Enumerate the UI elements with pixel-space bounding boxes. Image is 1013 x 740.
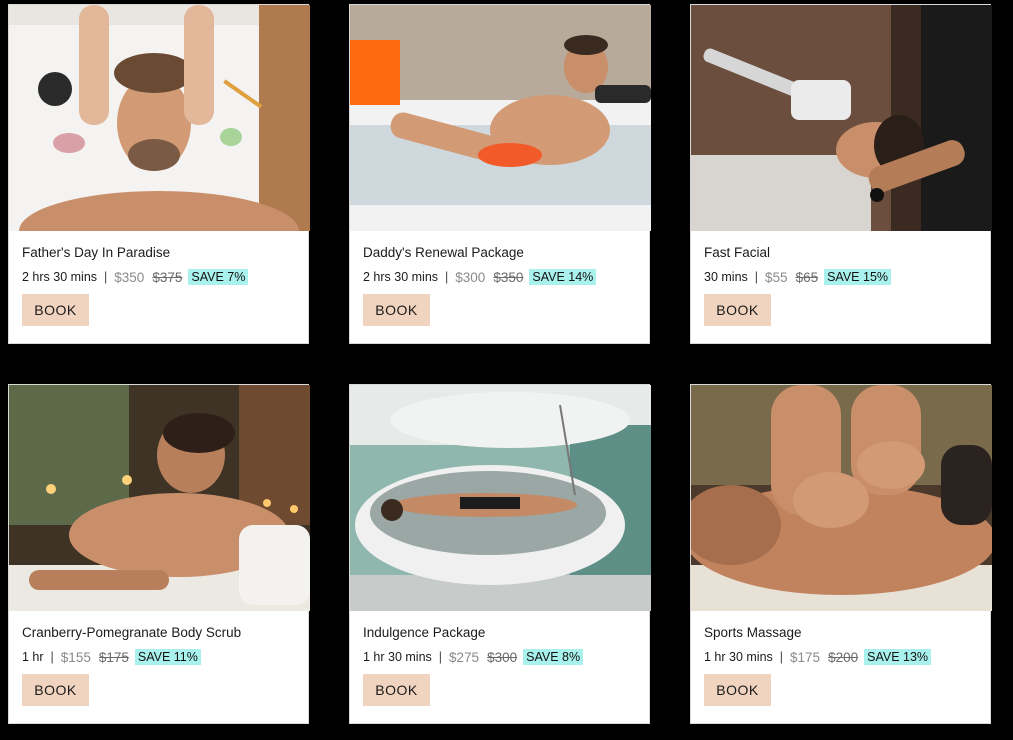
package-card: Father's Day In Paradise 2 hrs 30 mins |… <box>8 4 310 344</box>
package-title: Fast Facial <box>704 245 771 260</box>
package-price: $55 <box>765 269 788 285</box>
package-meta: 30 mins | $55 $65 SAVE 15% <box>704 269 892 285</box>
package-title: Father's Day In Paradise <box>22 245 171 260</box>
package-photo[interactable] <box>9 385 310 611</box>
package-duration: 1 hr 30 mins <box>704 650 773 664</box>
package-price: $275 <box>449 649 480 665</box>
package-original-price: $65 <box>795 269 819 285</box>
package-title: Cranberry-Pomegranate Body Scrub <box>22 625 242 640</box>
separator: | <box>445 270 449 284</box>
package-title: Daddy's Renewal Package <box>363 245 524 260</box>
package-card: Cranberry-Pomegranate Body Scrub 1 hr | … <box>8 384 310 724</box>
book-button[interactable]: BOOK <box>363 294 430 326</box>
book-button[interactable]: BOOK <box>363 674 430 706</box>
separator: | <box>779 650 784 664</box>
package-duration: 30 mins <box>704 270 748 284</box>
package-card: Daddy's Renewal Package 2 hrs 30 mins | … <box>349 4 651 344</box>
package-title: Sports Massage <box>704 625 802 640</box>
package-card: Fast Facial 30 mins | $55 $65 SAVE 15% B… <box>690 4 992 344</box>
package-meta: 1 hr 30 mins | $175 $200 SAVE 13% <box>704 649 932 665</box>
package-meta: 1 hr | $155 $175 SAVE 11% <box>22 649 201 665</box>
package-photo[interactable] <box>9 5 310 231</box>
save-badge: SAVE 7% <box>188 269 249 285</box>
package-original-price: $175 <box>98 649 129 665</box>
package-title: Indulgence Package <box>363 625 486 640</box>
save-badge: SAVE 14% <box>529 269 597 285</box>
save-badge: SAVE 11% <box>134 649 201 665</box>
package-meta: 1 hr 30 mins | $275 $300 SAVE 8% <box>363 649 584 665</box>
book-button[interactable]: BOOK <box>704 674 771 706</box>
package-meta: 2 hrs 30 mins | $300 $350 SAVE 14% <box>363 269 597 285</box>
separator: | <box>50 650 54 664</box>
package-photo[interactable] <box>350 385 651 611</box>
package-duration: 2 hrs 30 mins <box>363 270 439 284</box>
save-badge: SAVE 8% <box>523 649 584 665</box>
package-duration: 1 hr 30 mins <box>363 650 432 664</box>
package-original-price: $200 <box>828 649 859 665</box>
package-card: Indulgence Package 1 hr 30 mins | $275 $… <box>349 384 651 724</box>
book-button[interactable]: BOOK <box>22 294 89 326</box>
package-price: $155 <box>60 649 91 665</box>
separator: | <box>104 270 108 284</box>
package-duration: 1 hr <box>22 650 44 664</box>
package-duration: 2 hrs 30 mins <box>22 270 98 284</box>
package-price: $175 <box>790 649 821 665</box>
separator: | <box>754 270 759 284</box>
package-photo[interactable] <box>350 5 651 231</box>
package-price: $300 <box>455 269 486 285</box>
package-photo[interactable] <box>691 385 992 611</box>
book-button[interactable]: BOOK <box>22 674 89 706</box>
book-button[interactable]: BOOK <box>704 294 771 326</box>
separator: | <box>438 650 443 664</box>
package-meta: 2 hrs 30 mins | $350 $375 SAVE 7% <box>22 269 249 285</box>
package-original-price: $375 <box>152 269 183 285</box>
package-price: $350 <box>114 269 145 285</box>
package-card: Sports Massage 1 hr 30 mins | $175 $200 … <box>690 384 992 724</box>
package-original-price: $350 <box>493 269 524 285</box>
package-original-price: $300 <box>487 649 518 665</box>
package-photo[interactable] <box>691 5 992 231</box>
save-badge: SAVE 13% <box>864 649 932 665</box>
save-badge: SAVE 15% <box>824 269 892 285</box>
